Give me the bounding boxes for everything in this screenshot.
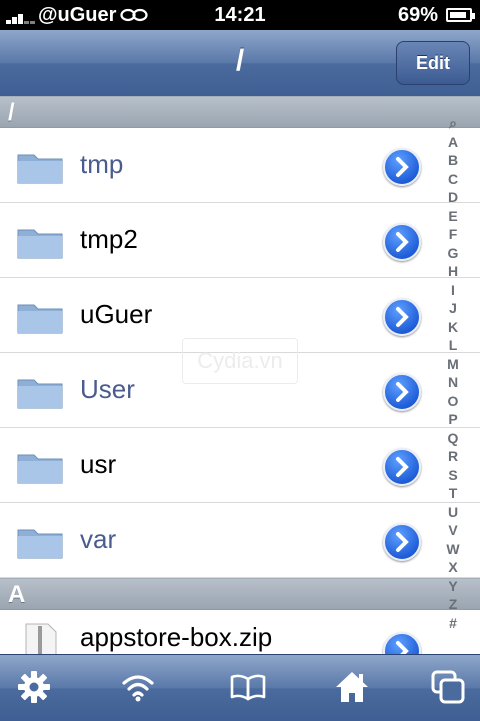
file-name: appstore-box.zip [80,622,273,652]
section-index[interactable]: ⌕ A B C D E F G H I J K L M N O P Q R S T U V W X Y Z # [440,114,466,632]
index-letter[interactable]: G [440,244,466,263]
folder-icon [17,454,63,484]
index-letter[interactable]: S [440,466,466,485]
navigation-bar: / Edit [0,30,480,97]
index-letter[interactable]: F [440,225,466,244]
disclosure-button[interactable] [383,223,421,261]
index-letter[interactable]: I [440,281,466,300]
index-letter[interactable]: D [440,188,466,207]
folder-row-var[interactable]: var [0,503,480,578]
folder-row-usr[interactable]: usr [0,428,480,503]
folder-icon [17,229,63,259]
battery-percent: 69% [397,4,438,26]
battery-icon [446,8,475,22]
index-letter[interactable]: B [440,151,466,170]
wifi-icon[interactable] [120,669,156,705]
book-icon[interactable] [230,669,266,705]
file-row-appstore-box[interactable]: appstore-box.zip [0,610,480,654]
folder-name: tmp [80,149,124,179]
folder-icon [17,379,63,409]
folder-icon [17,529,63,559]
status-bar: @uGuer 14:21 69% [0,0,480,30]
edit-button[interactable]: Edit [396,41,470,85]
bottom-toolbar [0,654,480,721]
index-letter[interactable]: K [440,318,466,337]
section-header-root: / [0,96,480,128]
index-letter[interactable]: H [440,262,466,281]
index-letter[interactable]: W [440,540,466,559]
index-letter[interactable]: P [440,410,466,429]
section-header-a: A [0,578,480,610]
folder-name: var [80,524,117,554]
windows-icon[interactable] [430,669,466,705]
index-letter[interactable]: R [440,447,466,466]
folder-name: User [80,374,135,404]
folder-row-tmp[interactable]: tmp [0,128,480,203]
index-letter[interactable]: U [440,503,466,522]
folder-icon [17,304,63,334]
index-letter[interactable]: L [440,336,466,355]
index-letter[interactable]: V [440,521,466,540]
index-letter[interactable]: X [440,558,466,577]
index-letter[interactable]: O [440,392,466,411]
index-letter[interactable]: N [440,373,466,392]
folder-icon [17,154,63,184]
zip-file-icon [25,623,57,654]
index-letter[interactable]: E [440,207,466,226]
index-letter[interactable]: Y [440,577,466,596]
disclosure-button[interactable] [383,448,421,486]
disclosure-button[interactable] [383,298,421,336]
folder-row-tmp2[interactable]: tmp2 [0,203,480,278]
index-letter[interactable]: Z [440,595,466,614]
disclosure-button[interactable] [383,632,421,654]
index-letter[interactable]: J [440,299,466,318]
gear-icon[interactable] [16,669,52,705]
home-icon[interactable] [334,669,370,705]
folder-name: tmp2 [80,224,138,254]
index-letter[interactable]: Q [440,429,466,448]
index-letter[interactable]: M [440,355,466,374]
disclosure-button[interactable] [383,373,421,411]
index-letter[interactable]: # [440,614,466,633]
index-letter[interactable]: A [440,133,466,152]
folder-name: usr [80,449,117,479]
disclosure-button[interactable] [383,523,421,561]
watermark: Cydia.vn [182,338,298,384]
index-letter[interactable]: C [440,170,466,189]
index-letter[interactable]: T [440,484,466,503]
folder-name: uGuer [80,299,153,329]
disclosure-button[interactable] [383,148,421,186]
index-search-icon[interactable]: ⌕ [440,114,466,133]
